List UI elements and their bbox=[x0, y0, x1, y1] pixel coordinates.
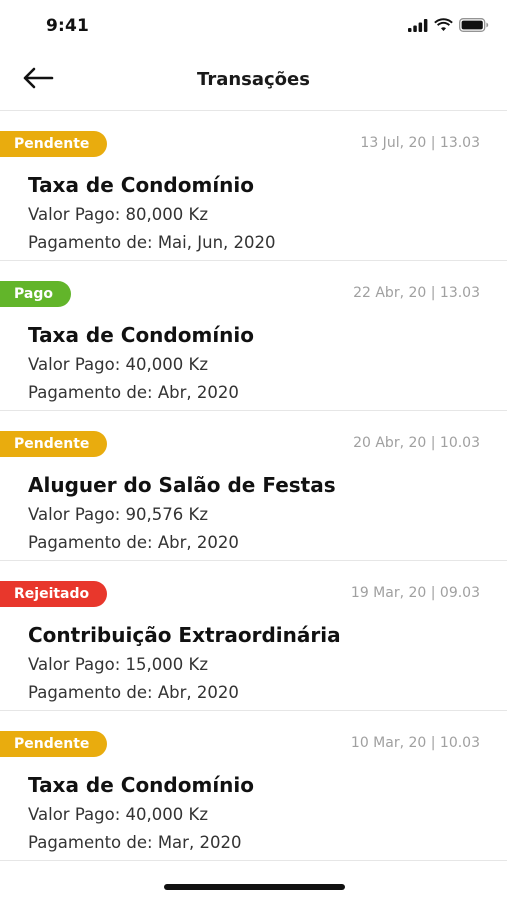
page-title: Transações bbox=[197, 69, 310, 90]
navigation-bar: Transações bbox=[0, 52, 507, 111]
transaction-card[interactable]: Pago 22 Abr, 20 | 13.03 Taxa de Condomín… bbox=[0, 261, 507, 411]
status-icons bbox=[408, 17, 489, 36]
status-badge: Rejeitado bbox=[0, 581, 108, 607]
transaction-period: Pagamento de: Mar, 2020 bbox=[28, 833, 242, 852]
transaction-date: 19 Mar, 20 | 09.03 bbox=[350, 585, 480, 601]
transaction-title: Contribuição Extraordinária bbox=[28, 623, 341, 647]
transaction-amount: Valor Pago: 40,000 Kz bbox=[28, 805, 208, 824]
cellular-signal-icon bbox=[408, 17, 428, 36]
status-bar: 9:41 bbox=[0, 0, 507, 50]
transaction-period: Pagamento de: Abr, 2020 bbox=[28, 683, 239, 702]
wifi-icon bbox=[434, 17, 453, 36]
transaction-date: 20 Abr, 20 | 10.03 bbox=[353, 435, 480, 451]
transaction-card[interactable]: Pendente 13 Jul, 20 | 13.03 Taxa de Cond… bbox=[0, 111, 507, 261]
status-badge: Pendente bbox=[0, 131, 108, 157]
transaction-card[interactable]: Pendente 20 Abr, 20 | 10.03 Aluguer do S… bbox=[0, 411, 507, 561]
status-badge: Pendente bbox=[0, 731, 108, 757]
transaction-period: Pagamento de: Abr, 2020 bbox=[28, 533, 239, 552]
transaction-title: Taxa de Condomínio bbox=[28, 773, 255, 797]
transaction-date: 13 Jul, 20 | 13.03 bbox=[360, 135, 480, 151]
battery-icon bbox=[459, 17, 489, 36]
transaction-card[interactable]: Pendente 10 Mar, 20 | 10.03 Taxa de Cond… bbox=[0, 711, 507, 861]
status-time: 9:41 bbox=[46, 16, 90, 36]
transaction-title: Taxa de Condomínio bbox=[28, 173, 255, 197]
transaction-amount: Valor Pago: 90,576 Kz bbox=[28, 505, 208, 524]
transaction-period: Pagamento de: Abr, 2020 bbox=[28, 383, 239, 402]
status-badge: Pago bbox=[0, 281, 71, 307]
transaction-amount: Valor Pago: 80,000 Kz bbox=[28, 205, 208, 224]
transaction-amount: Valor Pago: 40,000 Kz bbox=[28, 355, 208, 374]
transaction-title: Taxa de Condomínio bbox=[28, 323, 255, 347]
status-badge: Pendente bbox=[0, 431, 108, 457]
transaction-date: 22 Abr, 20 | 13.03 bbox=[353, 285, 480, 301]
transaction-title: Aluguer do Salão de Festas bbox=[28, 473, 336, 497]
transaction-date: 10 Mar, 20 | 10.03 bbox=[350, 735, 480, 751]
transaction-amount: Valor Pago: 15,000 Kz bbox=[28, 655, 208, 674]
home-indicator bbox=[164, 884, 345, 890]
transaction-list: Pendente 13 Jul, 20 | 13.03 Taxa de Cond… bbox=[0, 111, 507, 861]
transaction-card[interactable]: Rejeitado 19 Mar, 20 | 09.03 Contribuiçã… bbox=[0, 561, 507, 711]
transaction-period: Pagamento de: Mai, Jun, 2020 bbox=[28, 233, 276, 252]
